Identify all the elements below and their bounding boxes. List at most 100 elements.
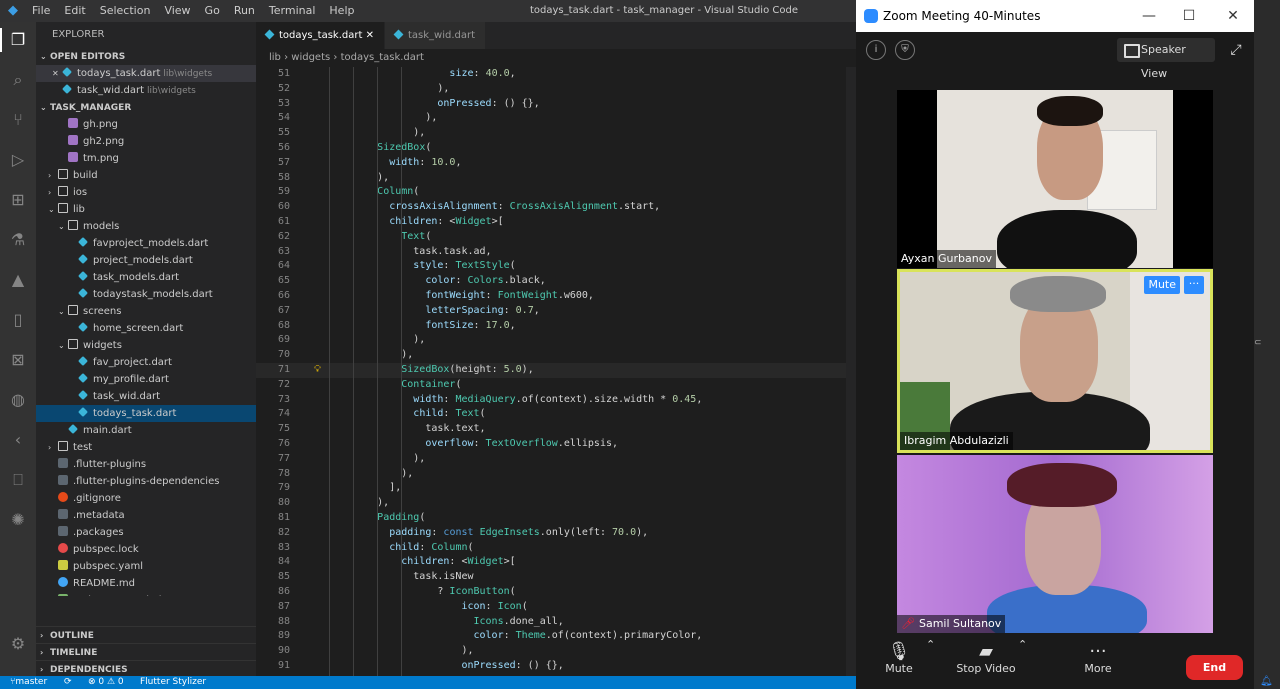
- fullscreen-icon[interactable]: ⤢: [1226, 40, 1246, 60]
- code-line[interactable]: 79 ],: [256, 481, 856, 496]
- open-editors-section[interactable]: ⌄ OPEN EDITORS: [36, 48, 256, 65]
- breadcrumb-item[interactable]: todays_task.dart: [341, 52, 424, 63]
- panel-collapse-icon[interactable]: ⊂: [1254, 338, 1262, 352]
- code-line[interactable]: 65 color: Colors.black,: [256, 274, 856, 289]
- file-tree-item[interactable]: › test: [36, 439, 256, 456]
- file-tree-item[interactable]: ⌄ screens: [36, 303, 256, 320]
- code-line[interactable]: 71 💡︎ SizedBox(height: 5.0),: [256, 363, 856, 378]
- problems-indicator[interactable]: ⊗ 0 ⚠ 0: [88, 676, 124, 689]
- file-tree-item[interactable]: .flutter-plugins: [36, 456, 256, 473]
- participant-more-button[interactable]: ···: [1184, 276, 1204, 294]
- code-line[interactable]: 68 fontSize: 17.0,: [256, 319, 856, 334]
- docker-icon[interactable]: ✺: [6, 508, 30, 532]
- mute-participant-button[interactable]: Mute: [1144, 276, 1180, 294]
- code-line[interactable]: 88 Icons.done_all,: [256, 615, 856, 630]
- code-line[interactable]: 52 ),: [256, 82, 856, 97]
- menu-item[interactable]: Selection: [100, 4, 151, 17]
- close-icon[interactable]: ✕: [366, 30, 374, 41]
- menu-item[interactable]: File: [32, 4, 50, 17]
- file-tree-item[interactable]: home_screen.dart: [36, 320, 256, 337]
- code-line[interactable]: 53 onPressed: () {},: [256, 97, 856, 112]
- security-shield-icon[interactable]: ⛨: [895, 40, 915, 60]
- file-tree-item[interactable]: gh2.png: [36, 133, 256, 150]
- maximize-button[interactable]: ☐: [1178, 5, 1200, 27]
- file-tree-item[interactable]: ⌄ lib: [36, 201, 256, 218]
- code-line[interactable]: 64 style: TextStyle(: [256, 259, 856, 274]
- open-editor-item[interactable]: ✕ todays_task.dart lib\widgets: [36, 65, 256, 82]
- vertical-scrollbar[interactable]: [846, 67, 856, 676]
- menu-item[interactable]: View: [164, 4, 190, 17]
- mute-button[interactable]: 🎙︎ Mute: [884, 638, 914, 675]
- flutter-stylizer-status[interactable]: Flutter Stylizer: [140, 676, 206, 689]
- speaker-view-button[interactable]: Speaker View: [1117, 38, 1215, 80]
- minimize-button[interactable]: —: [1138, 5, 1160, 27]
- search-icon[interactable]: ⌕: [6, 68, 30, 92]
- code-line[interactable]: 56 SizedBox(: [256, 141, 856, 156]
- sync-icon[interactable]: ⟳: [64, 676, 72, 689]
- stop-video-button[interactable]: ▰ Stop Video: [956, 638, 1016, 675]
- file-tree-item[interactable]: .packages: [36, 524, 256, 541]
- video-tile-samil[interactable]: 🎤︎ Samil Sultanov: [897, 455, 1213, 633]
- notification-bell-icon[interactable]: 🔔︎: [1260, 676, 1273, 687]
- end-meeting-button[interactable]: End: [1186, 655, 1243, 680]
- notebook-icon[interactable]: ▯: [6, 308, 30, 332]
- code-line[interactable]: 89 color: Theme.of(context).primaryColor…: [256, 629, 856, 644]
- code-line[interactable]: 69 ),: [256, 333, 856, 348]
- code-line[interactable]: 54 ),: [256, 111, 856, 126]
- lightbulb-icon[interactable]: 💡︎: [314, 363, 321, 378]
- azure-icon[interactable]: ▲: [6, 268, 30, 292]
- file-tree-item[interactable]: ⌄ widgets: [36, 337, 256, 354]
- file-tree-item[interactable]: task_models.dart: [36, 269, 256, 286]
- file-tree-item[interactable]: project_models.dart: [36, 252, 256, 269]
- menu-item[interactable]: Terminal: [269, 4, 316, 17]
- file-tree-item[interactable]: › ios: [36, 184, 256, 201]
- code-line[interactable]: 83 child: Column(: [256, 541, 856, 556]
- file-tree-item[interactable]: gh.png: [36, 116, 256, 133]
- globe-icon[interactable]: ◍: [6, 388, 30, 412]
- breadcrumb-item[interactable]: lib: [269, 52, 281, 63]
- file-tree-item[interactable]: pubspec.yaml: [36, 558, 256, 575]
- code-line[interactable]: 90 ),: [256, 644, 856, 659]
- file-tree-item[interactable]: todays_task.dart: [36, 405, 256, 422]
- info-icon[interactable]: i: [866, 40, 886, 60]
- code-line[interactable]: 80 ),: [256, 496, 856, 511]
- audio-options-caret[interactable]: ⌃: [926, 638, 935, 651]
- file-tree-item[interactable]: › build: [36, 167, 256, 184]
- code-line[interactable]: 78 ),: [256, 467, 856, 482]
- code-line[interactable]: 91 onPressed: () {},: [256, 659, 856, 674]
- explorer-icon[interactable]: ❐: [0, 28, 30, 52]
- code-line[interactable]: 59 Column(: [256, 185, 856, 200]
- code-line[interactable]: 87 icon: Icon(: [256, 600, 856, 615]
- file-tree-item[interactable]: my_profile.dart: [36, 371, 256, 388]
- code-line[interactable]: 67 letterSpacing: 0.7,: [256, 304, 856, 319]
- menu-item[interactable]: Go: [205, 4, 220, 17]
- remote-explorer-icon[interactable]: ⊠: [6, 348, 30, 372]
- source-control-icon[interactable]: ⑂: [6, 108, 30, 132]
- code-line[interactable]: 77 ),: [256, 452, 856, 467]
- project-section[interactable]: ⌄ TASK_MANAGER: [36, 99, 256, 116]
- file-tree-item[interactable]: favproject_models.dart: [36, 235, 256, 252]
- branch-indicator[interactable]: ⑂ master: [10, 676, 47, 689]
- file-tree-item[interactable]: README.md: [36, 575, 256, 592]
- code-line[interactable]: 81 Padding(: [256, 511, 856, 526]
- file-tree-item[interactable]: fav_project.dart: [36, 354, 256, 371]
- code-line[interactable]: 76 overflow: TextOverflow.ellipsis,: [256, 437, 856, 452]
- breadcrumb-item[interactable]: widgets: [291, 52, 330, 63]
- file-tree-item[interactable]: main.dart: [36, 422, 256, 439]
- menu-item[interactable]: Run: [234, 4, 255, 17]
- editor-tab[interactable]: todays_task.dart ✕: [256, 22, 385, 49]
- file-tree-item[interactable]: pubspec.lock: [36, 541, 256, 558]
- code-line[interactable]: 70 ),: [256, 348, 856, 363]
- video-tile-ayxan[interactable]: Ayxan Gurbanov: [897, 90, 1213, 268]
- menu-item[interactable]: Edit: [64, 4, 85, 17]
- code-line[interactable]: 51 size: 40.0,: [256, 67, 856, 82]
- more-button[interactable]: ··· More: [1080, 638, 1116, 675]
- file-tree-item[interactable]: .metadata: [36, 507, 256, 524]
- sidebar-section-outline[interactable]: › OUTLINE: [36, 626, 256, 643]
- file-tree-item[interactable]: .flutter-plugins-dependencies: [36, 473, 256, 490]
- code-line[interactable]: 58 ),: [256, 171, 856, 186]
- code-line[interactable]: 73 width: MediaQuery.of(context).size.wi…: [256, 393, 856, 408]
- code-line[interactable]: 85 task.isNew: [256, 570, 856, 585]
- menu-item[interactable]: Help: [329, 4, 354, 17]
- code-line[interactable]: 63 task.task.ad,: [256, 245, 856, 260]
